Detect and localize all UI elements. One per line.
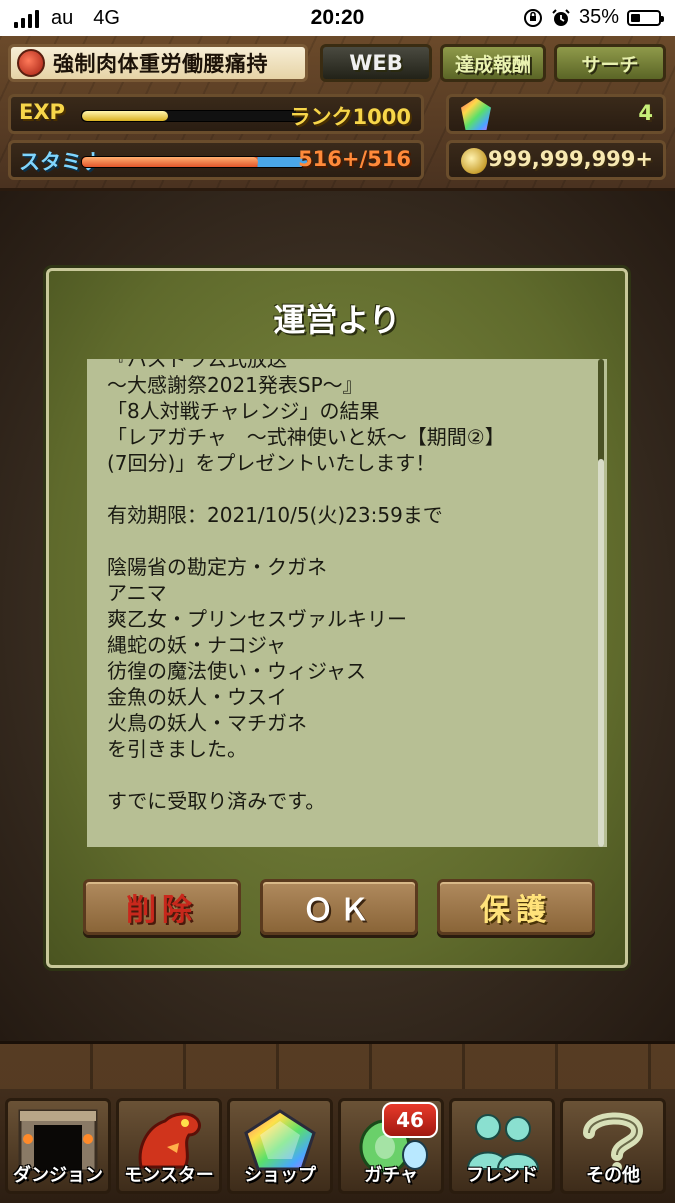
battery-fill [631, 13, 641, 22]
coin-count: 999,999,999+ [487, 147, 653, 171]
nav-other-label: その他 [586, 1165, 640, 1186]
nav-friend-label: フレンド [466, 1165, 538, 1186]
player-avatar [17, 49, 45, 77]
delete-button[interactable]: 削除 [83, 879, 241, 935]
scroll-thumb[interactable] [598, 459, 604, 847]
nav-dungeon[interactable]: ダンジョン [5, 1098, 111, 1194]
exp-bar-fill [82, 111, 168, 121]
nav-shop[interactable]: ショップ [227, 1098, 333, 1194]
nav-shop-label: ショップ [244, 1165, 316, 1186]
magic-stone-panel[interactable]: 4 [446, 94, 666, 134]
nav-monster-label: モンスター [124, 1165, 214, 1186]
nav-gacha-label: ガチャ [364, 1165, 418, 1186]
exp-bar [81, 110, 308, 122]
nav-friend[interactable]: フレンド [449, 1098, 555, 1194]
coin-panel: 999,999,999+ [446, 140, 666, 180]
gacha-count-badge: 46 [382, 1102, 438, 1138]
stamina-value: 516+/516 [298, 147, 411, 171]
message-dialog: 運営より 『パズドラ公式放送 ～大感謝祭2021発表SP～』 「8人対戦チャレン… [46, 268, 628, 968]
battery-icon [627, 9, 664, 26]
search-button[interactable]: サーチ [554, 44, 666, 82]
status-bar: au 4G 20:20 35% [0, 0, 675, 36]
protect-button[interactable]: 保護 [437, 879, 595, 935]
magic-stone-count: 4 [638, 101, 653, 125]
game-header: 強制肉体重労働腰痛持 WEB 達成報酬 サーチ EXP ランク1000 スタミナ… [0, 36, 675, 191]
rank-value: ランク1000 [289, 105, 411, 129]
battery-percent: 35% [578, 6, 619, 28]
nav-dungeon-label: ダンジョン [13, 1165, 103, 1186]
exp-label: EXP [19, 100, 65, 124]
stamina-bar-fill [82, 157, 258, 167]
nav-monster[interactable]: モンスター [116, 1098, 222, 1194]
ok-button[interactable]: ＯＫ [260, 879, 418, 935]
web-button[interactable]: WEB [320, 44, 432, 82]
status-right: 35% [523, 6, 664, 29]
nav-other[interactable]: その他 [560, 1098, 666, 1194]
message-box[interactable]: 『パズドラ公式放送 ～大感謝祭2021発表SP～』 「8人対戦チャレンジ」の結果… [87, 359, 607, 847]
dialog-title: 運営より [273, 301, 401, 339]
message-text: 『パズドラ公式放送 ～大感謝祭2021発表SP～』 「8人対戦チャレンジ」の結果… [107, 359, 505, 813]
message-scrollbar[interactable] [598, 359, 604, 847]
achievements-button[interactable]: 達成報酬 [440, 44, 546, 82]
stamina-panel: スタミナ 516+/516 [8, 140, 424, 180]
player-name-plate[interactable]: 強制肉体重労働腰痛持 [8, 44, 308, 82]
rotation-lock-icon [523, 8, 542, 27]
coin-icon [461, 148, 487, 174]
magic-stone-icon [461, 98, 491, 130]
exp-panel: EXP ランク1000 [8, 94, 424, 134]
player-name: 強制肉体重労働腰痛持 [53, 52, 268, 76]
alarm-icon [552, 8, 570, 26]
stamina-bar [81, 156, 308, 168]
